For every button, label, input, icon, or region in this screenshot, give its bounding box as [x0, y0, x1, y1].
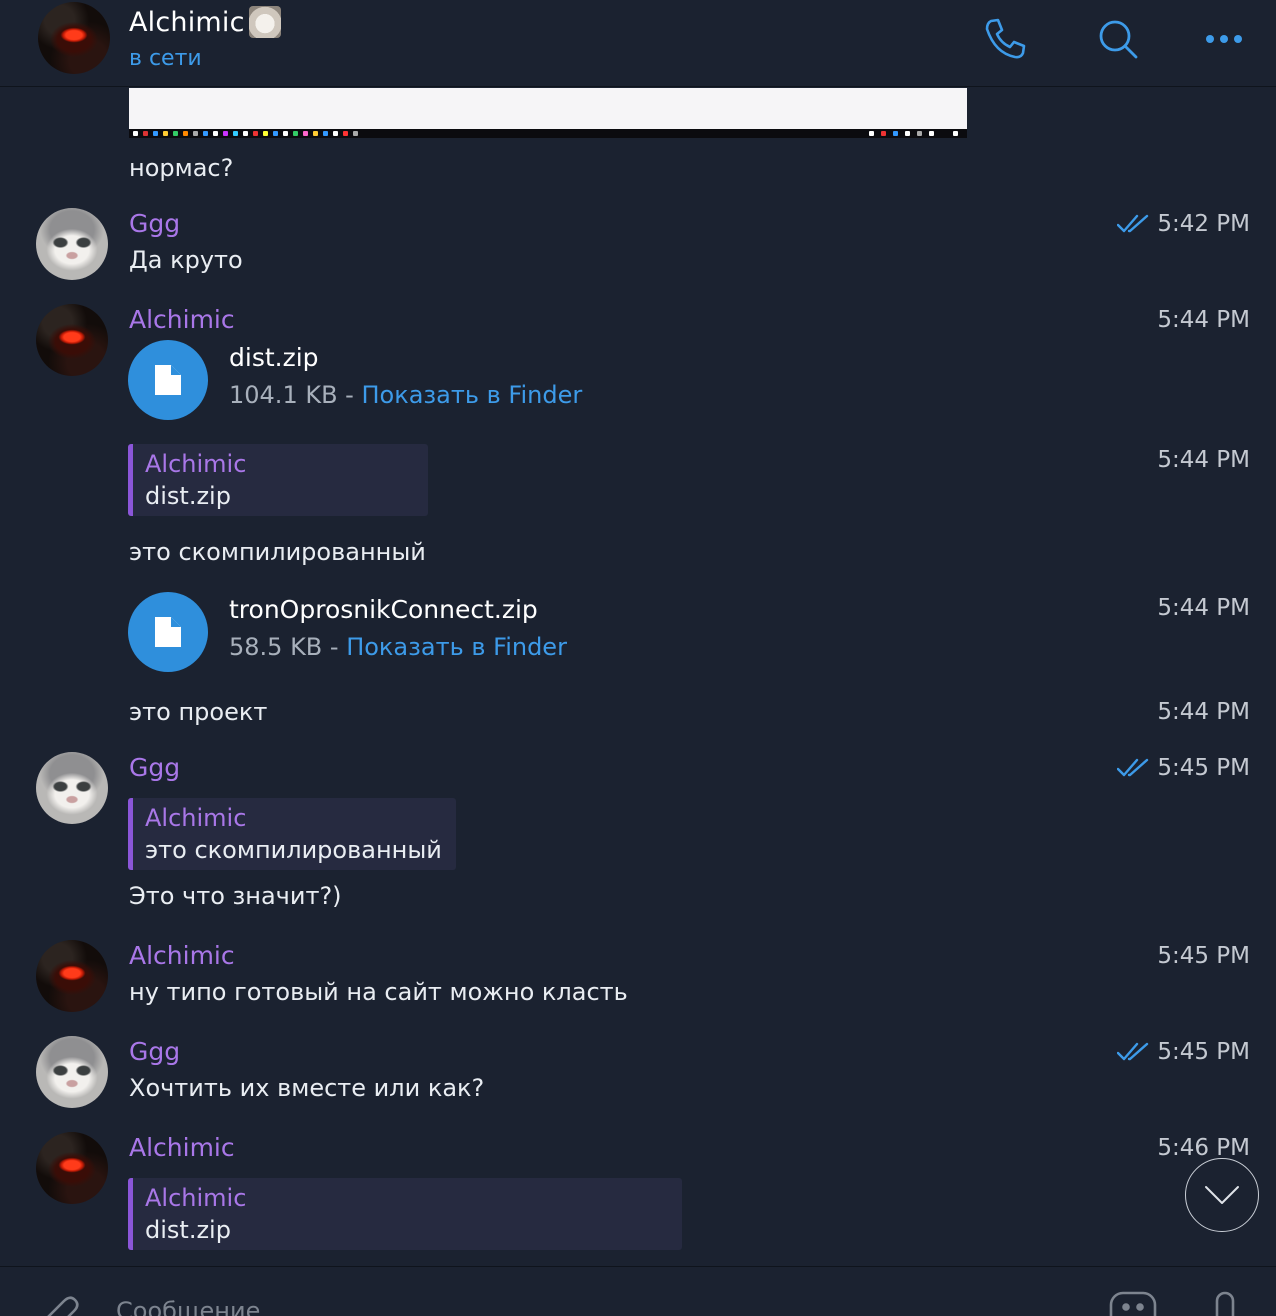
- chat-title-text: Alchimic: [129, 6, 245, 38]
- message-time: 5:46 PM: [1157, 1135, 1250, 1161]
- message-time: 5:44 PM: [1157, 447, 1250, 473]
- avatar-alchimic[interactable]: [36, 940, 108, 1012]
- message-time-text: 5:45 PM: [1157, 755, 1250, 781]
- avatar-alchimic[interactable]: [36, 1132, 108, 1204]
- message-text: Хочтить их вместе или как?: [129, 1074, 485, 1102]
- message-text: Это что значит?): [129, 882, 342, 910]
- file-name[interactable]: tronOprosnikConnect.zip: [229, 595, 538, 624]
- message-time: 5:45 PM: [1117, 1039, 1250, 1065]
- file-download-button[interactable]: [128, 592, 208, 672]
- microphone-icon: [1215, 1291, 1235, 1316]
- message-sender[interactable]: Alchimic: [129, 941, 235, 970]
- message-time: 5:45 PM: [1117, 755, 1250, 781]
- chevron-down-icon: [1205, 1186, 1239, 1204]
- message-sender[interactable]: Ggg: [129, 1037, 180, 1066]
- file-meta-separator: -: [337, 381, 362, 409]
- file-meta: 104.1 KB - Показать в Finder: [229, 381, 582, 409]
- reply-text: это скомпилированный: [145, 836, 442, 864]
- show-in-finder-link[interactable]: Показать в Finder: [346, 633, 567, 661]
- more-dots-icon: [1206, 35, 1242, 43]
- message-sender[interactable]: Ggg: [129, 209, 180, 238]
- message-text: ну типо готовый на сайт можно класть: [129, 978, 628, 1006]
- more-button[interactable]: [1199, 14, 1249, 64]
- double-check-icon: [1117, 758, 1149, 777]
- avatar-ggg[interactable]: [36, 1036, 108, 1108]
- search-button[interactable]: [1093, 14, 1143, 64]
- message-text: это скомпилированный: [129, 538, 426, 566]
- chat-avatar[interactable]: [38, 2, 110, 74]
- message-time: 5:42 PM: [1117, 211, 1250, 237]
- message-time: 5:45 PM: [1157, 943, 1250, 969]
- cat-emoji-icon: [248, 6, 281, 38]
- chat-title[interactable]: Alchimic: [129, 6, 281, 38]
- avatar-ggg[interactable]: [36, 752, 108, 824]
- avatar-alchimic[interactable]: [36, 304, 108, 376]
- file-icon: [155, 617, 181, 647]
- file-size: 104.1 KB: [229, 381, 338, 409]
- message-text: Да круто: [129, 246, 243, 274]
- show-in-finder-link[interactable]: Показать в Finder: [361, 381, 582, 409]
- chat-header: Alchimic в сети: [0, 0, 1276, 87]
- file-meta-separator: -: [322, 633, 347, 661]
- file-size: 58.5 KB: [229, 633, 323, 661]
- message-sender[interactable]: Alchimic: [129, 1133, 235, 1162]
- reply-sender: Alchimic: [145, 450, 247, 478]
- sticker-button[interactable]: [1108, 1289, 1158, 1316]
- voice-button[interactable]: [1210, 1291, 1240, 1316]
- message-time-text: 5:45 PM: [1157, 1039, 1250, 1065]
- message-sender[interactable]: Ggg: [129, 753, 180, 782]
- reply-quote[interactable]: Alchimic dist.zip: [128, 444, 428, 516]
- reply-sender: Alchimic: [145, 1184, 247, 1212]
- reply-quote[interactable]: Alchimic это скомпилированный: [128, 798, 456, 870]
- message-time: 5:44 PM: [1157, 699, 1250, 725]
- call-button[interactable]: [980, 14, 1030, 64]
- attach-button[interactable]: [34, 1289, 80, 1316]
- file-icon: [155, 365, 181, 395]
- telegram-chat-window: Alchimic в сети нормас? Ggg 5:42 PM Да к…: [0, 0, 1276, 1316]
- message-time-text: 5:42 PM: [1157, 211, 1250, 237]
- sticker-icon: [1109, 1291, 1157, 1316]
- chat-status: в сети: [129, 46, 202, 71]
- file-download-button[interactable]: [128, 340, 208, 420]
- file-meta: 58.5 KB - Показать в Finder: [229, 633, 567, 661]
- message-time: 5:44 PM: [1157, 307, 1250, 333]
- message-input[interactable]: Сообщение: [116, 1297, 260, 1316]
- image-taskbar-strip: [129, 129, 967, 138]
- reply-text: dist.zip: [145, 1216, 231, 1244]
- image-attachment[interactable]: [129, 88, 967, 138]
- message-composer: Сообщение: [0, 1266, 1276, 1316]
- reply-text: dist.zip: [145, 482, 231, 510]
- message-time: 5:44 PM: [1157, 595, 1250, 621]
- message-text: нормас?: [129, 154, 234, 182]
- message-text: это проект: [129, 698, 268, 726]
- double-check-icon: [1117, 1042, 1149, 1061]
- paperclip-icon: [47, 1296, 79, 1316]
- search-icon: [1099, 20, 1138, 59]
- file-name[interactable]: dist.zip: [229, 343, 319, 372]
- reply-quote[interactable]: Alchimic dist.zip: [128, 1178, 682, 1250]
- scroll-to-bottom-button[interactable]: [1185, 1158, 1259, 1232]
- reply-sender: Alchimic: [145, 804, 247, 832]
- phone-icon: [985, 18, 1026, 59]
- avatar-ggg[interactable]: [36, 208, 108, 280]
- message-sender[interactable]: Alchimic: [129, 305, 235, 334]
- double-check-icon: [1117, 214, 1149, 233]
